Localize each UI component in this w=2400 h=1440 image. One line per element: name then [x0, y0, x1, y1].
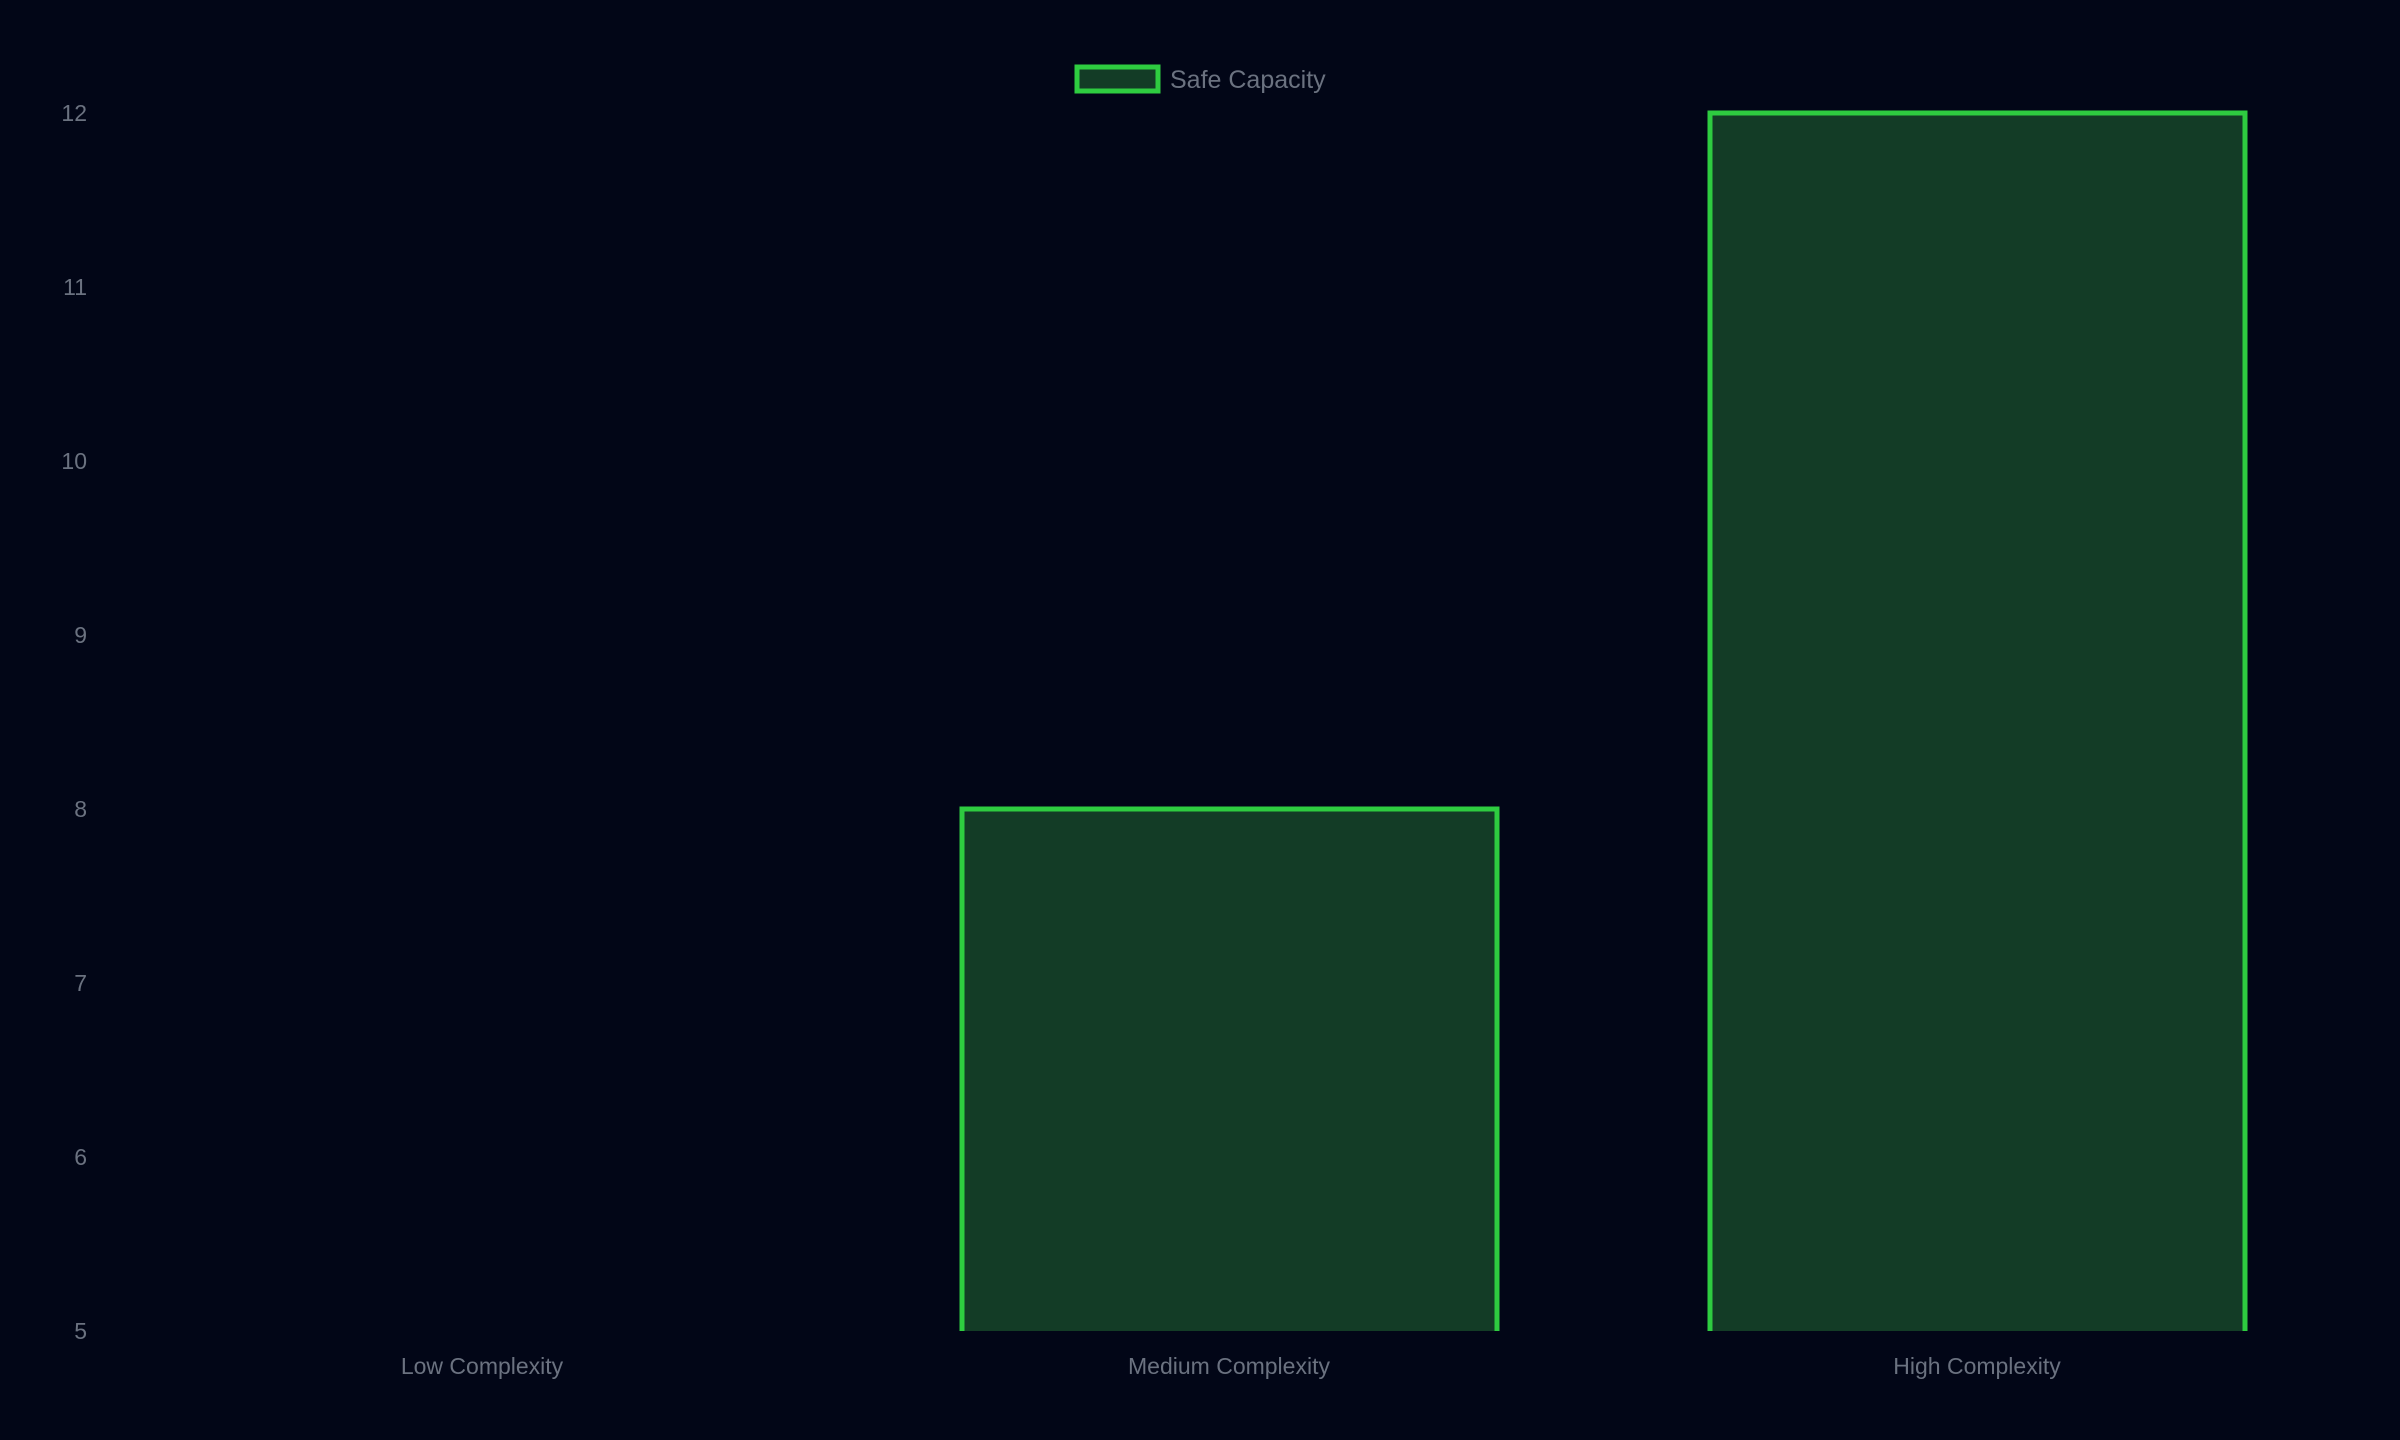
y-axis: 5 6 7 8 9 10 11 12 — [61, 100, 87, 1344]
legend-label-safe-capacity: Safe Capacity — [1170, 66, 1326, 94]
legend-swatch-safe-capacity — [1074, 64, 1161, 94]
bar-series-safe-capacity — [959, 110, 2248, 1331]
x-tick-label: Low Complexity — [401, 1353, 564, 1379]
x-tick-label: Medium Complexity — [1128, 1353, 1330, 1379]
y-tick-label: 5 — [74, 1318, 87, 1344]
x-tick-label: High Complexity — [1893, 1353, 2061, 1379]
x-axis: Low Complexity Medium Complexity High Comp… — [401, 1353, 2061, 1379]
y-tick-label: 9 — [74, 622, 87, 648]
chart-container: Safe Capacity 5 6 7 8 9 10 11 12 Low Complexity… — [0, 0, 2400, 1440]
chart-legend: Safe Capacity — [1074, 64, 1326, 94]
y-tick-label: 8 — [74, 796, 87, 822]
y-tick-label: 6 — [74, 1144, 87, 1170]
bar-chart: Safe Capacity 5 6 7 8 9 10 11 12 Low Complexity… — [61, 64, 2248, 1379]
y-tick-label: 10 — [61, 448, 87, 474]
bar-high-complexity — [1710, 113, 2245, 1331]
y-tick-label: 7 — [74, 970, 87, 996]
y-tick-label: 11 — [63, 274, 87, 300]
bar-medium-complexity — [962, 809, 1497, 1331]
y-tick-label: 12 — [61, 100, 87, 126]
